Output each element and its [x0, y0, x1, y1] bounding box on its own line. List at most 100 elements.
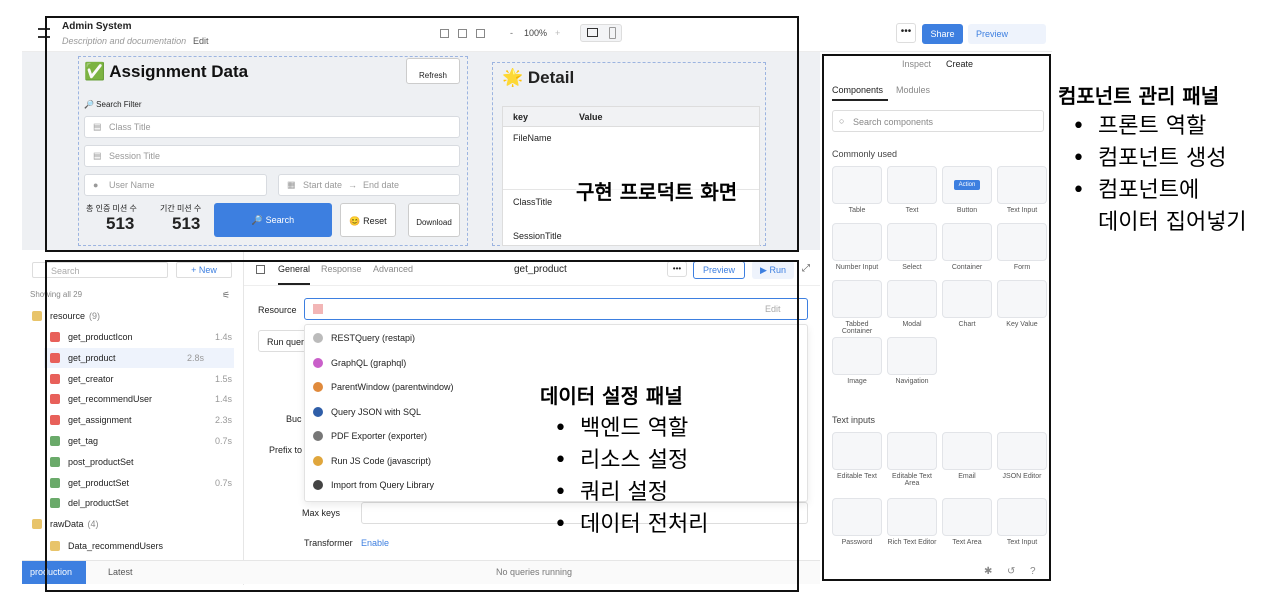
component-tile[interactable]: Text Input — [997, 166, 1047, 214]
tab-create[interactable]: Create — [946, 59, 973, 69]
query-item[interactable]: get_creator 1.5s — [50, 369, 232, 389]
subtab-modules[interactable]: Modules — [896, 85, 930, 95]
preview-button[interactable]: Preview — [968, 24, 1046, 44]
component-tile[interactable]: Table — [832, 166, 882, 214]
component-tile[interactable]: Rich Text Editor — [887, 498, 937, 546]
annotation-item: 쿼리 설정 — [554, 477, 770, 509]
resource-menu-item[interactable]: ParentWindow (parentwindow) — [313, 376, 454, 398]
query-search-input[interactable]: Search — [32, 262, 168, 278]
search-button[interactable]: 🔎 Search — [214, 203, 332, 237]
component-preview-icon — [832, 280, 882, 318]
bottom-panel-toggle-icon[interactable] — [458, 29, 467, 38]
query-preview-button[interactable]: Preview — [693, 261, 745, 279]
annotation-item: 컴포넌트 생성 — [1072, 143, 1280, 175]
session-title-input[interactable]: ▤ Session Title — [84, 145, 460, 167]
resource-menu-item[interactable]: Query JSON with SQL — [313, 401, 421, 423]
component-tile[interactable]: Chart — [942, 280, 992, 328]
desktop-icon[interactable] — [587, 28, 598, 37]
filter-icon[interactable]: ⚟ — [222, 290, 230, 301]
annotation-item: 리소스 설정 — [554, 445, 770, 477]
history-icon[interactable]: ↺ — [1007, 566, 1015, 577]
query-name[interactable]: get_product — [514, 264, 567, 275]
component-tile[interactable]: Number Input — [832, 223, 882, 271]
component-tile[interactable]: Navigation — [887, 337, 937, 385]
detail-table-header — [503, 107, 759, 127]
query-item[interactable]: get_productSet 0.7s — [50, 473, 232, 493]
query-item[interactable]: get_assignment 2.3s — [50, 410, 232, 430]
tab-inspect[interactable]: Inspect — [902, 59, 931, 69]
environment-badge[interactable]: production — [22, 561, 86, 584]
date-range-input[interactable]: ▦ Start date → End date — [278, 174, 460, 196]
component-tile[interactable]: Email — [942, 432, 992, 480]
expand-icon[interactable]: ⤢ — [802, 263, 810, 274]
new-query-button[interactable]: + New — [176, 262, 232, 278]
component-tile[interactable]: Editable Text — [832, 432, 882, 480]
share-button[interactable]: Share — [922, 24, 963, 44]
sidebar-toggle-icon[interactable] — [256, 265, 265, 274]
component-tile[interactable]: Image — [832, 337, 882, 385]
more-icon[interactable]: ••• — [667, 261, 687, 277]
component-preview-icon — [942, 280, 992, 318]
folder-icon — [32, 311, 42, 321]
run-query-select[interactable]: Run quer — [258, 330, 308, 352]
component-tile[interactable]: Key Value — [997, 280, 1047, 328]
component-tile[interactable]: Password — [832, 498, 882, 546]
query-item[interactable]: post_productSet — [50, 452, 134, 472]
more-icon[interactable]: ••• — [896, 23, 916, 43]
query-item[interactable]: get_tag 0.7s — [50, 431, 232, 451]
resource-menu-item[interactable]: Import from Query Library — [313, 474, 434, 496]
resource-menu-item[interactable]: RESTQuery (restapi) — [313, 327, 415, 349]
right-panel-toggle-icon[interactable] — [476, 29, 485, 38]
query-item[interactable]: get_recommendUser 1.4s — [50, 389, 232, 409]
transformer-enable-link[interactable]: Enable — [361, 538, 389, 548]
zoom-out-button[interactable]: - — [510, 28, 513, 38]
component-search-input[interactable]: ○ Search components — [832, 110, 1044, 132]
folder-resource[interactable]: resource (9) — [32, 306, 100, 326]
tab-advanced[interactable]: Advanced — [373, 264, 413, 274]
tab-response[interactable]: Response — [321, 264, 362, 274]
query-item[interactable]: get_product 2.8s — [44, 347, 234, 368]
component-tile[interactable]: Action Button — [942, 166, 992, 214]
edit-description-link[interactable]: Edit — [193, 36, 209, 46]
component-tile[interactable]: Container — [942, 223, 992, 271]
component-tile[interactable]: Text — [887, 166, 937, 214]
query-item[interactable]: del_productSet — [50, 493, 129, 513]
component-tile[interactable]: Text Area — [942, 498, 992, 546]
component-tile[interactable]: Tabbed Container — [832, 280, 882, 335]
component-tile[interactable]: JSON Editor — [997, 432, 1047, 480]
tab-general[interactable]: General — [278, 264, 310, 274]
subtab-components[interactable]: Components — [832, 85, 883, 95]
help-icon[interactable]: ? — [1030, 566, 1036, 577]
user-name-input[interactable]: ● User Name — [84, 174, 267, 196]
device-toggle[interactable] — [580, 24, 622, 42]
mobile-icon[interactable] — [609, 27, 616, 39]
class-title-input[interactable]: ▤ Class Title — [84, 116, 460, 138]
query-item[interactable]: get_productIcon 1.4s — [50, 327, 232, 347]
component-tile[interactable]: Select — [887, 223, 937, 271]
refresh-button[interactable]: Refresh — [406, 58, 460, 84]
resource-edit-link[interactable]: Edit — [765, 304, 781, 314]
stat2-value: 513 — [172, 214, 201, 233]
resource-menu-item[interactable]: Run JS Code (javascript) — [313, 450, 431, 472]
download-button[interactable]: Download — [408, 203, 460, 237]
component-tile[interactable]: Modal — [887, 280, 937, 328]
query-run-button[interactable]: ▶ Run — [752, 261, 794, 279]
reset-button[interactable]: 😊 Reset — [340, 203, 396, 237]
latest-version[interactable]: Latest — [108, 567, 133, 577]
resource-menu-item[interactable]: GraphQL (graphql) — [313, 352, 406, 374]
component-label: Container — [951, 264, 983, 271]
debug-icon[interactable]: ✱ — [984, 566, 992, 577]
zoom-in-button[interactable]: + — [555, 28, 560, 38]
folder-rawdata[interactable]: rawData (4) — [32, 514, 99, 534]
component-tile[interactable]: Form — [997, 223, 1047, 271]
component-label: Editable Text Area — [892, 473, 932, 487]
menu-icon[interactable] — [38, 28, 50, 38]
resource-select[interactable]: Edit — [304, 298, 808, 320]
parent-window-icon — [313, 382, 323, 392]
date-arrow-icon: → — [348, 180, 358, 190]
resource-menu-item[interactable]: PDF Exporter (exporter) — [313, 425, 427, 447]
component-tile[interactable]: Text Input — [997, 498, 1047, 546]
left-panel-toggle-icon[interactable] — [440, 29, 449, 38]
query-item[interactable]: Data_recommendUsers — [50, 536, 163, 556]
component-tile[interactable]: Editable Text Area — [887, 432, 937, 487]
